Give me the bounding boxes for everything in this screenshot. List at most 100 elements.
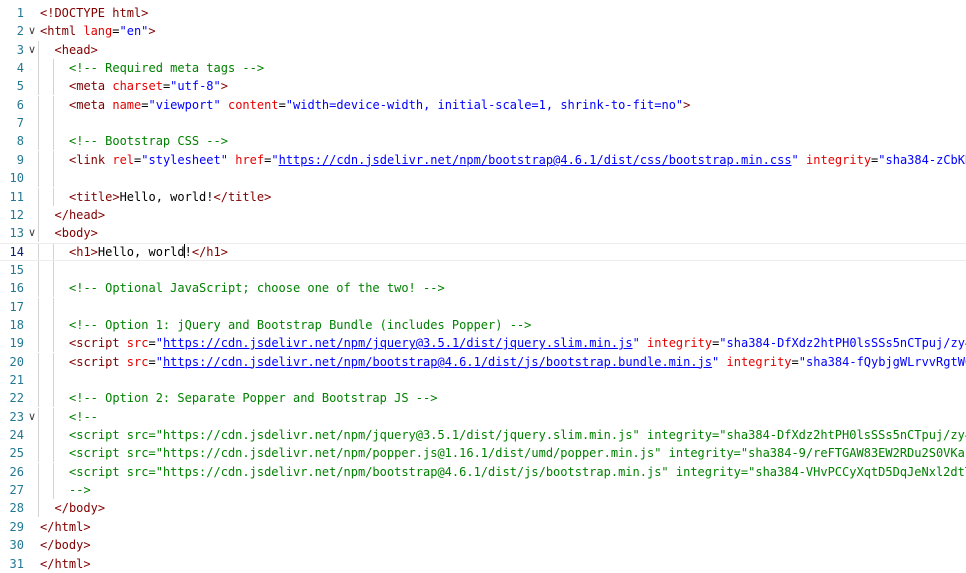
- code-line[interactable]: 29 </html>: [0, 518, 966, 536]
- chevron-down-icon[interactable]: ∨: [26, 41, 38, 59]
- line-number: 1: [16, 6, 24, 20]
- code-link[interactable]: https://cdn.jsdelivr.net/npm/bootstrap@4…: [279, 153, 792, 167]
- code-text: <script src="https://cdn.jsdelivr.net/np…: [69, 463, 966, 481]
- code-token: content: [227, 97, 279, 112]
- chevron-down-icon[interactable]: ∨: [26, 22, 38, 40]
- code-link[interactable]: https://cdn.jsdelivr.net/npm/jquery@3.5.…: [163, 336, 633, 350]
- code-line[interactable]: 14 <h1>Hello, world!</h1>: [0, 242, 966, 261]
- code-token: </h1>: [191, 244, 228, 259]
- line-number: 30: [9, 538, 24, 553]
- code-line[interactable]: 21: [0, 371, 966, 389]
- code-line[interactable]: 11 <title>Hello, world!</title>: [0, 187, 966, 206]
- code-token: -->: [69, 483, 91, 498]
- indent-guide: [38, 150, 39, 169]
- code-line[interactable]: 6 <meta name="viewport" content="width=de…: [0, 95, 966, 114]
- code-token: <!-- Option 1: jQuery and Bootstrap Bund…: [69, 317, 532, 332]
- code-token: =: [112, 24, 120, 39]
- code-line[interactable]: 17: [0, 297, 966, 316]
- code-text: <!-- Optional JavaScript; choose one of …: [69, 279, 966, 297]
- indent-guide: [52, 279, 54, 298]
- code-line[interactable]: 19 <script src="https://cdn.jsdelivr.net/…: [0, 334, 966, 353]
- code-token: "stylesheet": [141, 152, 228, 167]
- code-token: </title>: [213, 189, 272, 204]
- code-line[interactable]: 15: [0, 260, 966, 279]
- code-line[interactable]: 30 </body>: [0, 536, 966, 554]
- line-number: 10: [9, 171, 24, 186]
- line-number: 23: [9, 409, 24, 424]
- code-line[interactable]: 16 <!-- Optional JavaScript; choose one o…: [0, 279, 966, 298]
- code-line[interactable]: 1 <!DOCTYPE html>: [0, 4, 966, 22]
- indent-guide: [52, 297, 54, 316]
- code-line[interactable]: 27 -->: [0, 481, 966, 500]
- indent-guide: [52, 77, 54, 96]
- indent-guide: [38, 352, 39, 371]
- code-token: ": [271, 152, 279, 167]
- indent-guide: [38, 444, 39, 463]
- code-token: </body>: [54, 501, 106, 516]
- indent-guide: [38, 297, 39, 316]
- line-number: 11: [9, 189, 24, 204]
- indent-guide: [38, 315, 39, 334]
- code-token: ": [791, 152, 799, 167]
- code-text: </body>: [55, 499, 966, 517]
- code-line[interactable]: 3 ∨ <head>: [0, 40, 966, 59]
- indent-guide: [38, 426, 39, 445]
- code-line[interactable]: 8 <!-- Bootstrap CSS -->: [0, 132, 966, 151]
- indent-guide: [52, 462, 54, 481]
- code-link[interactable]: https://cdn.jsdelivr.net/npm/bootstrap@4…: [163, 355, 712, 369]
- code-line[interactable]: 28 </body>: [0, 499, 966, 518]
- code-token: <meta: [69, 97, 113, 112]
- code-token: >: [220, 79, 228, 94]
- code-text: <html lang="en">: [40, 22, 966, 40]
- code-line[interactable]: 2 ∨ <html lang="en">: [0, 22, 966, 40]
- code-text: <!-- Bootstrap CSS -->: [69, 132, 966, 150]
- code-token: "utf-8": [170, 79, 221, 94]
- code-text: </html>: [40, 518, 966, 536]
- code-token: "en": [119, 24, 149, 39]
- code-token: ": [155, 336, 163, 351]
- code-line[interactable]: 23 ∨ <!--: [0, 407, 966, 426]
- code-text: <h1>Hello, world!</h1>: [69, 243, 966, 260]
- code-text: <script src="https://cdn.jsdelivr.net/np…: [69, 334, 966, 352]
- code-line[interactable]: 7: [0, 114, 966, 133]
- chevron-down-icon[interactable]: ∨: [26, 408, 38, 426]
- code-line[interactable]: 25 <script src="https://cdn.jsdelivr.net/…: [0, 444, 966, 463]
- line-number: 17: [9, 299, 24, 314]
- line-number: 3: [16, 42, 24, 57]
- code-line[interactable]: 31 </html>: [0, 555, 966, 573]
- code-line[interactable]: 22 <!-- Option 2: Separate Popper and Boo…: [0, 389, 966, 408]
- line-number: 15: [9, 262, 24, 277]
- code-token: <!--: [69, 409, 98, 424]
- code-token: <script src="https://cdn.jsdelivr.net/np…: [69, 446, 966, 461]
- code-line[interactable]: 13 ∨ <body>: [0, 224, 966, 243]
- code-line[interactable]: 26 <script src="https://cdn.jsdelivr.net/…: [0, 462, 966, 481]
- code-line[interactable]: 10: [0, 169, 966, 188]
- indent-guide: [38, 187, 39, 206]
- code-token: <script src="https://cdn.jsdelivr.net/np…: [69, 464, 966, 479]
- chevron-down-icon[interactable]: ∨: [26, 224, 38, 242]
- indent-guide: [52, 315, 54, 334]
- code-line[interactable]: 9 <link rel="stylesheet" href="https://cd…: [0, 150, 966, 169]
- code-line[interactable]: 5 <meta charset="utf-8">: [0, 77, 966, 96]
- line-number: 22: [9, 391, 24, 406]
- line-number: 5: [16, 79, 24, 94]
- code-line[interactable]: 20 <script src="https://cdn.jsdelivr.net/…: [0, 352, 966, 371]
- line-number: 7: [16, 116, 24, 131]
- code-token: "width=device-width, initial-scale=1, sh…: [285, 97, 684, 112]
- code-line[interactable]: 4 <!-- Required meta tags -->: [0, 59, 966, 78]
- code-token: rel: [112, 152, 135, 167]
- line-number: 24: [9, 428, 24, 443]
- code-token: </html>: [40, 556, 91, 571]
- code-line[interactable]: 24 <script src="https://cdn.jsdelivr.net/…: [0, 426, 966, 445]
- code-token: <!-- Option 2: Separate Popper and Boots…: [69, 391, 438, 406]
- indent-guide: [52, 114, 54, 133]
- code-line[interactable]: 12 </head>: [0, 205, 966, 224]
- indent-guide: [38, 389, 39, 408]
- code-token: <body>: [54, 226, 98, 241]
- code-editor[interactable]: 1 <!DOCTYPE html> 2 ∨ <html lang="en"> 3 ∨ <hea…: [0, 0, 966, 573]
- indent-guide: [52, 95, 54, 114]
- code-token: "viewport": [148, 97, 221, 112]
- code-line[interactable]: 18 <!-- Option 1: jQuery and Bootstrap Bu…: [0, 315, 966, 334]
